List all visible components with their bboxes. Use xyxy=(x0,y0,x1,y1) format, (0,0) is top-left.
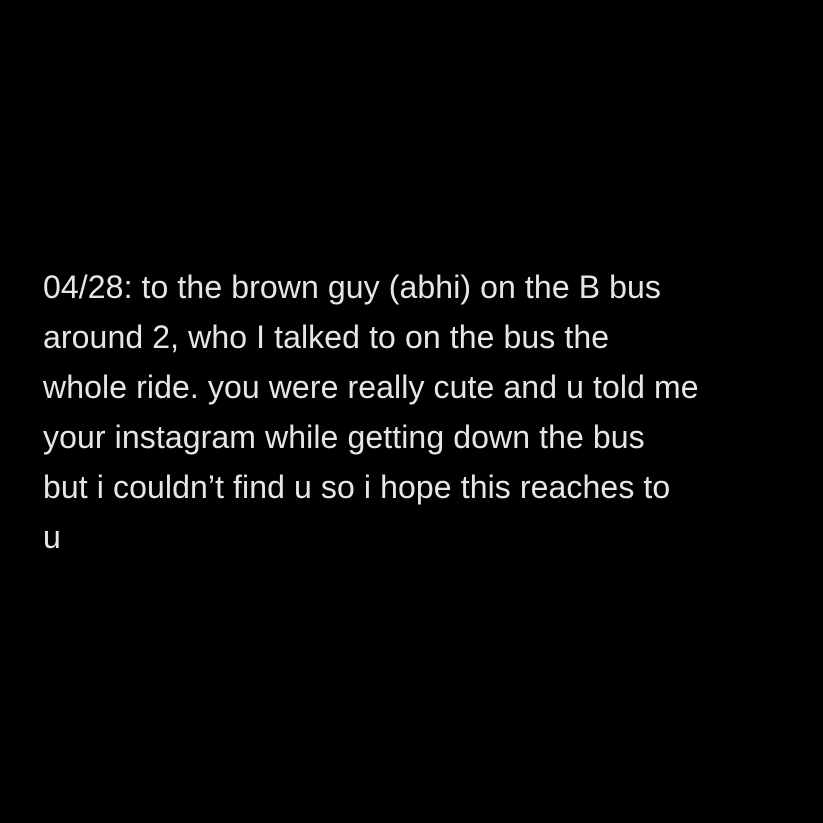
post-line: around 2, who I talked to on the bus the xyxy=(43,319,610,355)
post-line: whole ride. you were really cute and u t… xyxy=(43,369,699,405)
post-line: u xyxy=(43,519,61,555)
post-line: 04/28: to the brown guy (abhi) on the B … xyxy=(43,269,662,305)
post-line: your instagram while getting down the bu… xyxy=(43,419,645,455)
post-line: but i couldn’t find u so i hope this rea… xyxy=(43,469,671,505)
post-message: 04/28: to the brown guy (abhi) on the B … xyxy=(43,262,803,562)
post-canvas: 04/28: to the brown guy (abhi) on the B … xyxy=(0,0,823,823)
